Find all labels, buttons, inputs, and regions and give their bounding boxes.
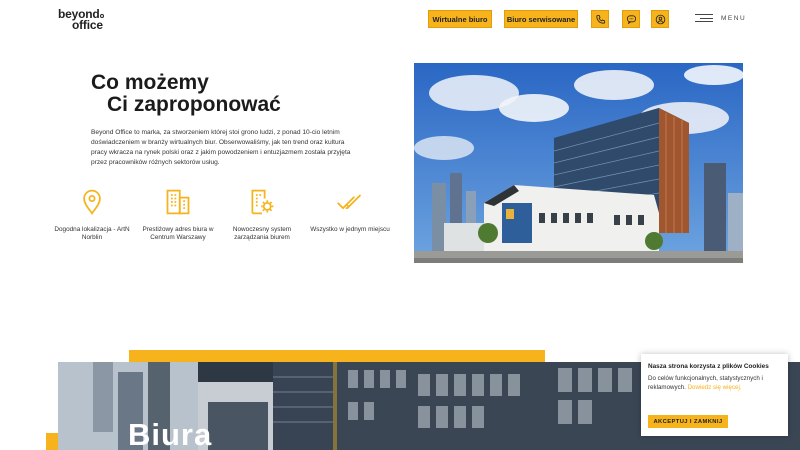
- feature-location: Dogodna lokalizacja - ArtN Norblin: [52, 188, 132, 242]
- menu-toggle[interactable]: MENU: [695, 14, 746, 22]
- feature-management-label: Nowoczesny system zarządzania biurem: [232, 226, 292, 242]
- virtual-office-button[interactable]: Wirtualne biuro: [428, 10, 492, 28]
- feature-all-in-one: Wszystko w jednym miejscu: [310, 188, 390, 234]
- intro-paragraph: Beyond Office to marka, za stworzeniem k…: [91, 129, 351, 166]
- offices-section-title: Biura: [128, 417, 213, 450]
- feature-management: Nowoczesny system zarządzania biurem: [222, 188, 302, 242]
- cookie-banner: Nasza strona korzysta z plików Cookies D…: [641, 354, 788, 436]
- feature-address-label: Prestiżowy adres biura w Centrum Warszaw…: [142, 226, 214, 242]
- logo[interactable]: beyond office: [58, 8, 105, 32]
- page-title-line1: Co możemy: [91, 71, 209, 94]
- chat-button[interactable]: [622, 10, 640, 28]
- double-check-icon: [337, 194, 362, 210]
- building-photo: [414, 63, 743, 263]
- feature-location-label: Dogodna lokalizacja - ArtN Norblin: [54, 226, 130, 242]
- accent-bar: [129, 350, 545, 362]
- chat-icon: [626, 14, 636, 24]
- serviced-office-button[interactable]: Biuro serwisowane: [504, 10, 578, 28]
- logo-line2: office: [72, 18, 103, 32]
- user-button[interactable]: [651, 10, 669, 28]
- user-icon: [655, 14, 665, 24]
- feature-address: Prestiżowy adres biura w Centrum Warszaw…: [138, 188, 218, 242]
- hamburger-icon: [695, 14, 713, 22]
- phone-icon: [595, 14, 605, 24]
- page-title-line2: Ci zaproponować: [107, 93, 281, 116]
- feature-all-in-one-label: Wszystko w jednym miejscu: [310, 226, 390, 233]
- accent-corner: [46, 433, 58, 450]
- cookie-text: Do celów funkcjonalnych, statystycznych …: [648, 375, 781, 392]
- cookie-learn-more-link[interactable]: Dowiedz się więcej.: [688, 384, 742, 391]
- building-settings-icon: [251, 189, 274, 215]
- cookie-title: Nasza strona korzysta z plików Cookies: [648, 363, 769, 370]
- office-building-icon: [166, 189, 190, 215]
- phone-button[interactable]: [591, 10, 609, 28]
- location-pin-icon: [83, 189, 101, 215]
- hero-photo: [414, 63, 743, 263]
- menu-label: MENU: [721, 14, 747, 22]
- cookie-accept-button[interactable]: AKCEPTUJ I ZAMKNIJ: [648, 415, 728, 428]
